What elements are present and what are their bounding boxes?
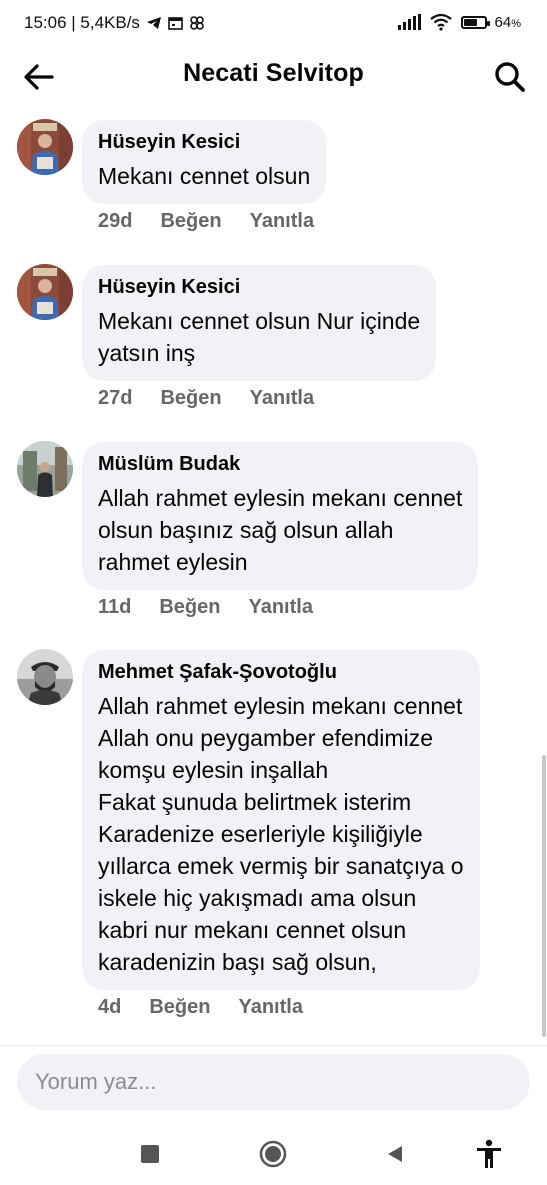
battery-icon bbox=[460, 15, 490, 29]
divider bbox=[0, 1045, 547, 1046]
comment-text: Allah rahmet eylesin mekanı cennet Allah… bbox=[98, 693, 464, 975]
battery-fill bbox=[463, 18, 477, 26]
avatar[interactable] bbox=[17, 441, 73, 497]
status-bar: 15:06 | 5,4KB/s 64% bbox=[0, 0, 547, 48]
comment-author[interactable]: Müslüm Budak bbox=[98, 453, 462, 476]
comments-feed[interactable]: Hüseyin Kesici Mekanı cennet olsun 29d B… bbox=[0, 104, 547, 1044]
calendar-icon bbox=[168, 17, 183, 30]
comment-age: 4d bbox=[98, 996, 122, 1018]
comment-actions: 27d Beğen Yanıtla bbox=[98, 387, 314, 410]
avatar[interactable] bbox=[17, 119, 73, 175]
triangle-back-icon bbox=[388, 1146, 402, 1162]
comment-actions: 4d Beğen Yanıtla bbox=[98, 996, 303, 1019]
comment-actions: 29d Beğen Yanıtla bbox=[98, 210, 314, 233]
app-icon bbox=[190, 16, 204, 30]
nav-recents-button[interactable] bbox=[132, 1136, 168, 1172]
comment-bubble[interactable]: Hüseyin Kesici Mekanı cennet olsun Nur i… bbox=[82, 265, 437, 381]
circle-icon bbox=[259, 1140, 287, 1168]
comment-age: 11d bbox=[98, 596, 132, 618]
comment-text: Allah rahmet eylesin mekanı cennet olsun… bbox=[98, 485, 463, 575]
battery-text: 64% bbox=[494, 13, 521, 31]
comment-age: 29d bbox=[98, 210, 133, 232]
comment-bubble[interactable]: Mehmet Şafak-Şovotoğlu Allah rahmet eyle… bbox=[82, 650, 480, 990]
wifi-icon bbox=[429, 13, 452, 31]
status-right: 64% bbox=[397, 13, 521, 31]
like-button[interactable]: Beğen bbox=[160, 387, 221, 410]
comment-bubble[interactable]: Müslüm Budak Allah rahmet eylesin mekanı… bbox=[82, 442, 479, 590]
reply-button[interactable]: Yanıtla bbox=[238, 996, 302, 1019]
avatar[interactable] bbox=[17, 649, 73, 705]
status-time-speed: 15:06 | 5,4KB/s bbox=[24, 13, 140, 32]
telegram-icon bbox=[146, 17, 161, 29]
search-icon bbox=[495, 62, 525, 92]
page-title: Necati Selvitop bbox=[183, 59, 364, 87]
scrollbar[interactable] bbox=[542, 755, 546, 1037]
comment-text: Mekanı cennet olsun Nur içinde yatsın in… bbox=[98, 308, 421, 366]
comment-input[interactable] bbox=[17, 1054, 530, 1110]
nav-accessibility-button[interactable] bbox=[471, 1136, 507, 1172]
accessibility-icon bbox=[477, 1139, 501, 1168]
search-button[interactable] bbox=[491, 58, 529, 96]
comment-author[interactable]: Hüseyin Kesici bbox=[98, 131, 310, 154]
nav-back-button[interactable] bbox=[377, 1136, 413, 1172]
reply-button[interactable]: Yanıtla bbox=[248, 596, 312, 619]
comment-age: 27d bbox=[98, 387, 133, 409]
comment-bubble[interactable]: Hüseyin Kesici Mekanı cennet olsun bbox=[82, 120, 327, 204]
like-button[interactable]: Beğen bbox=[160, 210, 221, 233]
header-bar: Necati Selvitop bbox=[0, 48, 547, 104]
comment-text: Mekanı cennet olsun bbox=[98, 163, 311, 189]
signal-icon bbox=[397, 14, 421, 30]
avatar[interactable] bbox=[17, 264, 73, 320]
comment-author[interactable]: Mehmet Şafak-Şovotoğlu bbox=[98, 661, 464, 684]
reply-button[interactable]: Yanıtla bbox=[250, 210, 314, 233]
like-button[interactable]: Beğen bbox=[149, 996, 210, 1019]
nav-home-button[interactable] bbox=[255, 1136, 291, 1172]
comment-composer[interactable] bbox=[17, 1054, 530, 1110]
like-button[interactable]: Beğen bbox=[159, 596, 220, 619]
comment-actions: 11d Beğen Yanıtla bbox=[98, 596, 313, 619]
comment-author[interactable]: Hüseyin Kesici bbox=[98, 276, 420, 299]
system-nav-bar bbox=[0, 1120, 547, 1185]
reply-button[interactable]: Yanıtla bbox=[250, 387, 314, 410]
status-left: 15:06 | 5,4KB/s bbox=[24, 13, 205, 33]
square-icon bbox=[141, 1145, 159, 1163]
